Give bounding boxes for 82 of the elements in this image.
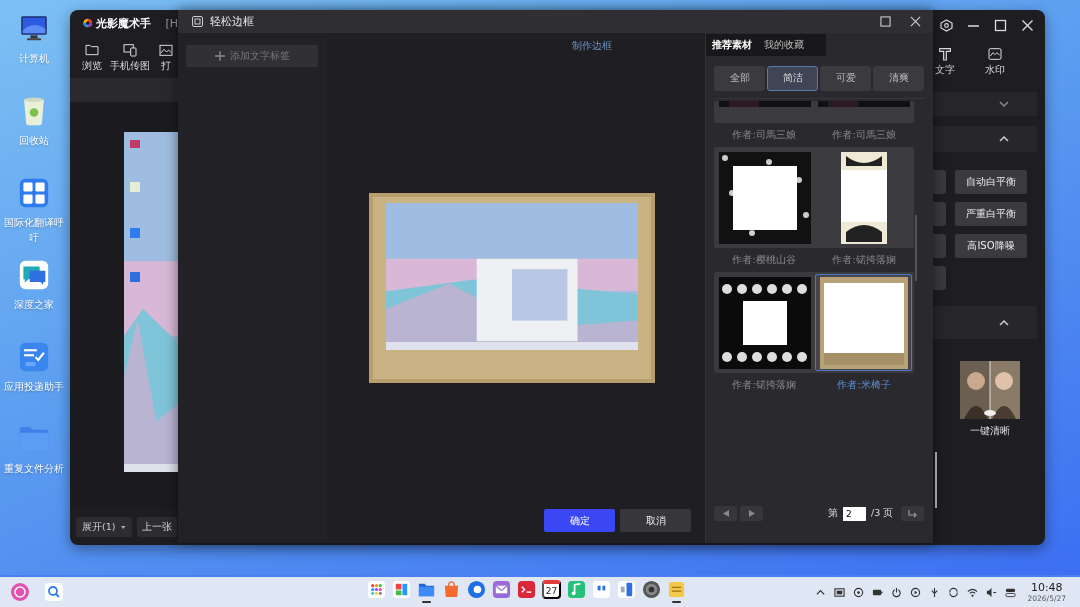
play-icon[interactable] (909, 586, 921, 598)
adjust-button[interactable]: 自动白平衡 (955, 170, 1027, 194)
gear-icon[interactable] (642, 580, 661, 599)
toolbar-label[interactable]: 打 (161, 60, 171, 73)
filter-button[interactable]: 简洁 (767, 66, 818, 91)
image-icon[interactable] (158, 42, 174, 58)
terminal-icon[interactable] (517, 580, 536, 599)
text-icon[interactable] (937, 46, 953, 62)
notepad-icon[interactable] (667, 580, 686, 599)
settings-icon[interactable] (940, 18, 953, 32)
circle-icon[interactable] (852, 586, 864, 598)
dialog-title: 轻松边框 (210, 14, 254, 29)
right-arrow-icon (748, 510, 755, 517)
feature-label[interactable]: 一键清晰 (970, 425, 1010, 438)
adjust-button[interactable]: 高ISO降噪 (955, 234, 1027, 258)
author-caption: 作者:锘挎落娴 (831, 253, 897, 267)
calendar-button[interactable]: 27 (542, 580, 561, 599)
maximize-icon[interactable] (880, 16, 891, 27)
app-name: 光影魔术手 (96, 15, 152, 31)
toolbar-label[interactable]: 手机传图 (110, 60, 150, 73)
close-icon[interactable] (1021, 18, 1034, 32)
document-title: [H (165, 16, 178, 30)
cancel-button[interactable]: 取消 (620, 509, 691, 532)
maximize-icon[interactable] (994, 18, 1007, 32)
chevron-down-icon[interactable] (999, 101, 1009, 107)
tab[interactable]: 我的收藏 (758, 34, 810, 56)
page-prefix: 第 (828, 507, 838, 520)
adjust-button[interactable]: 严重白平衡 (955, 202, 1027, 226)
filter-button[interactable]: 清爽 (873, 66, 924, 91)
toggle-icon[interactable] (1004, 586, 1016, 598)
sync-icon[interactable] (947, 586, 959, 598)
checklist-icon[interactable] (17, 340, 51, 374)
make-border-label: 制作边框 (572, 40, 613, 53)
chevron-up-icon[interactable] (999, 136, 1009, 142)
chevron-up-icon[interactable] (999, 319, 1009, 326)
watermark-icon[interactable] (987, 46, 1003, 62)
launcher-icon[interactable] (10, 582, 30, 602)
previous-page-button[interactable] (714, 506, 737, 521)
tab[interactable]: 推荐素材 (706, 34, 758, 56)
clock-time[interactable]: 10:48 (1030, 581, 1063, 594)
scrollbar[interactable] (915, 215, 917, 281)
dropdown-caret-icon (121, 524, 126, 530)
author-caption: 作者:樱桃山谷 (731, 253, 797, 267)
phone-icon[interactable] (617, 580, 636, 599)
plus-icon (214, 51, 225, 61)
toolbar-label[interactable]: 浏览 (82, 60, 102, 73)
toolbar-label[interactable]: 文字 (935, 64, 955, 77)
frame-icon (192, 16, 203, 27)
filter-button[interactable]: 全部 (714, 66, 765, 91)
power-icon[interactable] (890, 586, 902, 598)
left-arrow-icon (722, 510, 729, 517)
mail-icon[interactable] (492, 580, 511, 599)
devices-icon[interactable] (122, 42, 138, 58)
author-caption: 作者:司馬三娘 (831, 128, 897, 142)
volume-icon[interactable] (985, 586, 997, 598)
toolbar-label[interactable]: 水印 (985, 64, 1005, 77)
wifi-icon[interactable] (966, 586, 978, 598)
chat-icon[interactable] (17, 258, 51, 292)
search-icon[interactable] (44, 582, 64, 602)
go-button[interactable] (901, 506, 925, 521)
page-input[interactable]: 2 (843, 506, 866, 521)
browser-icon[interactable] (467, 580, 486, 599)
author-caption: 作者:司馬三娘 (731, 128, 797, 142)
author-caption: 作者:锘挎落娴 (731, 378, 797, 392)
previous-button[interactable]: 上一张 (137, 517, 177, 537)
author-caption: 作者:米椅子 (836, 378, 892, 392)
filter-button[interactable]: 可爱 (820, 66, 871, 91)
confirm-button[interactable]: 确定 (544, 509, 615, 532)
scrollbar[interactable] (935, 452, 937, 508)
close-icon[interactable] (910, 16, 921, 27)
app-grid-icon[interactable] (367, 580, 386, 599)
widgets-icon[interactable] (392, 580, 411, 599)
bag-icon[interactable] (442, 580, 461, 599)
page-total: /3 页 (871, 507, 894, 520)
quote-icon[interactable] (592, 580, 611, 599)
return-arrow-icon (907, 509, 918, 518)
folder-icon[interactable] (84, 42, 100, 58)
expand-dropdown[interactable]: 展开(1) (76, 517, 132, 537)
tiles-icon[interactable] (17, 176, 51, 210)
next-page-button[interactable] (740, 506, 763, 521)
keyboard-icon[interactable] (833, 586, 845, 598)
aperture-logo (83, 16, 93, 30)
